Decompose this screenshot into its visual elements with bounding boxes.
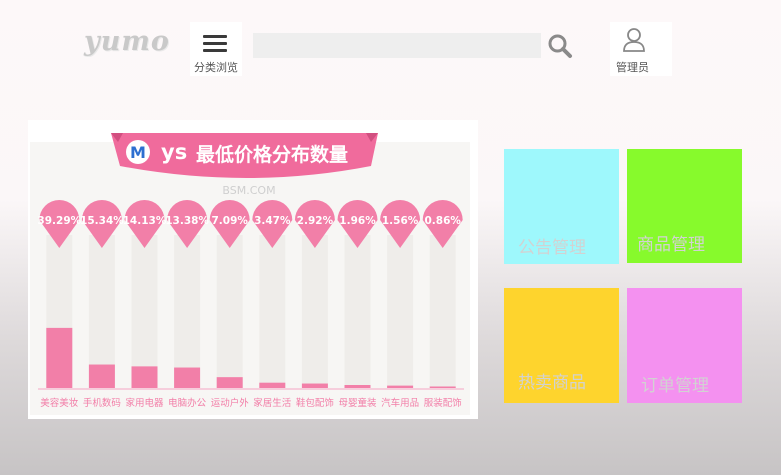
bar-track bbox=[301, 235, 328, 388]
hamburger-icon bbox=[203, 35, 227, 53]
bar-8 bbox=[387, 385, 414, 388]
tile-hot-products[interactable]: 热卖商品 bbox=[504, 288, 619, 403]
data-label-9: 0.86% bbox=[424, 215, 461, 227]
category-label-7: 母婴童装 bbox=[338, 397, 377, 409]
bar-7 bbox=[344, 385, 371, 388]
data-label-6: 2.92% bbox=[297, 215, 334, 227]
tile-products[interactable]: 商品管理 bbox=[627, 149, 742, 263]
tile-orders[interactable]: 订单管理 bbox=[627, 288, 742, 403]
data-label-3: 13.38% bbox=[165, 215, 209, 227]
category-menu-button[interactable]: 分类浏览 bbox=[190, 22, 242, 76]
user-icon bbox=[623, 28, 645, 52]
bar-track bbox=[387, 235, 414, 388]
admin-label: 管理员 bbox=[616, 61, 649, 74]
tile-announcements-label: 公告管理 bbox=[518, 238, 586, 258]
data-label-5: 3.47% bbox=[254, 215, 291, 227]
category-label-2: 家用电器 bbox=[125, 397, 164, 409]
bar-5 bbox=[259, 382, 286, 388]
bar-1 bbox=[88, 364, 115, 388]
data-label-2: 14.13% bbox=[123, 215, 167, 227]
admin-button[interactable]: 管理员 bbox=[610, 22, 672, 76]
price-distribution-banner[interactable]: M ys 最低价格分布数量 BSM.COM 39.29% 美容美妆 15.34% 手机… bbox=[28, 120, 478, 419]
bar-track bbox=[174, 235, 201, 388]
bar-track bbox=[216, 235, 243, 388]
data-label-8: 1.56% bbox=[382, 215, 419, 227]
category-label-6: 鞋包配饰 bbox=[296, 397, 334, 409]
category-menu-label: 分类浏览 bbox=[194, 61, 238, 74]
category-label-3: 电脑办公 bbox=[168, 397, 207, 409]
category-label-8: 汽车用品 bbox=[381, 397, 419, 409]
category-label-1: 手机数码 bbox=[83, 397, 121, 409]
banner-title: 最低价格分布数量 bbox=[196, 143, 348, 166]
bar-track bbox=[344, 235, 371, 388]
search-icon bbox=[548, 34, 572, 58]
banner-watermark: BSM.COM bbox=[222, 184, 275, 197]
bar-3 bbox=[174, 367, 201, 388]
data-label-1: 15.34% bbox=[80, 215, 124, 227]
category-label-0: 美容美妆 bbox=[40, 397, 79, 409]
bar-track bbox=[131, 235, 158, 388]
bar-6 bbox=[301, 383, 328, 388]
tile-orders-label: 订单管理 bbox=[641, 376, 709, 396]
search-button[interactable] bbox=[547, 33, 573, 59]
data-label-7: 1.96% bbox=[339, 215, 376, 227]
tile-hot-products-label: 热卖商品 bbox=[518, 373, 586, 393]
category-label-5: 家居生活 bbox=[253, 397, 292, 409]
bar-0 bbox=[46, 327, 73, 388]
bar-4 bbox=[216, 377, 243, 388]
bar-9 bbox=[429, 386, 456, 388]
bar-track bbox=[259, 235, 286, 388]
bar-track bbox=[429, 235, 456, 388]
data-label-0: 39.29% bbox=[37, 215, 81, 227]
category-label-4: 运动户外 bbox=[211, 397, 250, 409]
brand-text: ys bbox=[161, 140, 187, 164]
data-label-4: 7.09% bbox=[211, 215, 248, 227]
tile-announcements[interactable]: 公告管理 bbox=[504, 149, 619, 264]
price-distribution-chart: M ys 最低价格分布数量 BSM.COM 39.29% 美容美妆 15.34% 手机… bbox=[30, 133, 470, 415]
site-logo[interactable]: yumo bbox=[84, 26, 170, 57]
svg-text:M: M bbox=[130, 143, 146, 162]
bar-2 bbox=[131, 366, 158, 388]
search-input[interactable] bbox=[253, 33, 541, 58]
tile-products-label: 商品管理 bbox=[637, 235, 705, 255]
category-label-9: 服装配饰 bbox=[424, 397, 462, 409]
